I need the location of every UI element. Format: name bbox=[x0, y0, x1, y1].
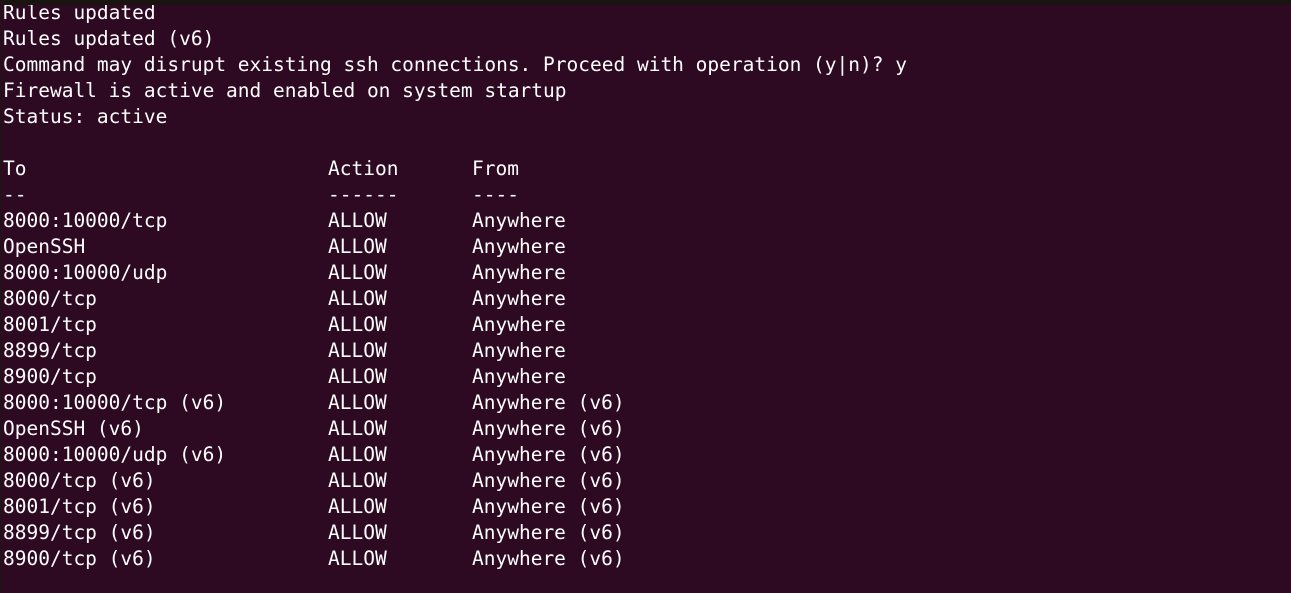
table-row: 8001/tcp ALLOW Anywhere bbox=[0, 312, 1291, 338]
rule-target: 8001/tcp bbox=[3, 313, 97, 336]
rule-action: ALLOW bbox=[328, 469, 387, 492]
rule-source: Anywhere bbox=[472, 339, 566, 362]
rule-target: 8000:10000/tcp bbox=[3, 209, 168, 232]
table-row: 8000:10000/udp ALLOW Anywhere bbox=[0, 260, 1291, 286]
rule-source: Anywhere (v6) bbox=[472, 443, 625, 466]
rule-source: Anywhere bbox=[472, 313, 566, 336]
window-top-edge bbox=[0, 0, 1291, 5]
rule-target: 8000/tcp (v6) bbox=[3, 469, 156, 492]
output-line-ssh-warning-prompt: Command may disrupt existing ssh connect… bbox=[3, 53, 907, 76]
rules-table-header: To Action From bbox=[0, 156, 1291, 182]
table-row: 8000:10000/udp (v6) ALLOW Anywhere (v6) bbox=[0, 442, 1291, 468]
rule-source: Anywhere (v6) bbox=[472, 391, 625, 414]
rule-action: ALLOW bbox=[328, 235, 387, 258]
rule-action: ALLOW bbox=[328, 261, 387, 284]
table-row: 8899/tcp (v6) ALLOW Anywhere (v6) bbox=[0, 520, 1291, 546]
rule-target: OpenSSH bbox=[3, 235, 86, 258]
window-left-edge bbox=[0, 0, 2, 593]
output-line-status: Status: active bbox=[3, 105, 168, 128]
rule-action: ALLOW bbox=[328, 547, 387, 570]
rules-table-separator: -- ------ ---- bbox=[0, 182, 1291, 208]
rule-source: Anywhere (v6) bbox=[472, 469, 625, 492]
rule-action: ALLOW bbox=[328, 209, 387, 232]
rule-source: Anywhere bbox=[472, 235, 566, 258]
rule-source: Anywhere bbox=[472, 261, 566, 284]
output-blank-line bbox=[0, 130, 1291, 156]
rule-action: ALLOW bbox=[328, 365, 387, 388]
rule-source: Anywhere bbox=[472, 209, 566, 232]
rule-action: ALLOW bbox=[328, 495, 387, 518]
output-line-rules-updated-v6: Rules updated (v6) bbox=[3, 27, 215, 50]
table-row: 8000/tcp (v6) ALLOW Anywhere (v6) bbox=[0, 468, 1291, 494]
terminal-output-area[interactable]: Rules updated Rules updated (v6) Command… bbox=[0, 0, 1291, 593]
rule-action: ALLOW bbox=[328, 391, 387, 414]
rule-action: ALLOW bbox=[328, 443, 387, 466]
table-row: OpenSSH (v6) ALLOW Anywhere (v6) bbox=[0, 416, 1291, 442]
column-separator-from: ---- bbox=[472, 183, 519, 206]
rule-target: 8000:10000/tcp (v6) bbox=[3, 391, 227, 414]
table-row: 8000:10000/tcp ALLOW Anywhere bbox=[0, 208, 1291, 234]
output-line-firewall-active: Firewall is active and enabled on system… bbox=[3, 79, 567, 102]
table-row: 8001/tcp (v6) ALLOW Anywhere (v6) bbox=[0, 494, 1291, 520]
table-row: 8900/tcp ALLOW Anywhere bbox=[0, 364, 1291, 390]
rule-action: ALLOW bbox=[328, 287, 387, 310]
terminal-window[interactable]: Rules updated Rules updated (v6) Command… bbox=[0, 0, 1291, 593]
table-row: 8000/tcp ALLOW Anywhere bbox=[0, 286, 1291, 312]
column-separator-action: ------ bbox=[328, 183, 399, 206]
rule-source: Anywhere (v6) bbox=[472, 495, 625, 518]
rule-action: ALLOW bbox=[328, 313, 387, 336]
rule-target: 8000:10000/udp bbox=[3, 261, 168, 284]
rule-target: 8899/tcp bbox=[3, 339, 97, 362]
rule-target: OpenSSH (v6) bbox=[3, 417, 144, 440]
column-header-action: Action bbox=[328, 157, 399, 180]
rule-source: Anywhere (v6) bbox=[472, 521, 625, 544]
rule-action: ALLOW bbox=[328, 417, 387, 440]
rule-target: 8899/tcp (v6) bbox=[3, 521, 156, 544]
rules-table-body: 8000:10000/tcp ALLOW Anywhere OpenSSH ALLOW A… bbox=[0, 208, 1291, 572]
rule-target: 8000/tcp bbox=[3, 287, 97, 310]
rule-target: 8000:10000/udp (v6) bbox=[3, 443, 227, 466]
rule-target: 8900/tcp bbox=[3, 365, 97, 388]
column-separator-to: -- bbox=[3, 183, 27, 206]
rule-source: Anywhere (v6) bbox=[472, 547, 625, 570]
table-row: OpenSSH ALLOW Anywhere bbox=[0, 234, 1291, 260]
rule-action: ALLOW bbox=[328, 339, 387, 362]
column-header-to: To bbox=[3, 157, 27, 180]
rule-target: 8900/tcp (v6) bbox=[3, 547, 156, 570]
rule-action: ALLOW bbox=[328, 521, 387, 544]
table-row: 8000:10000/tcp (v6) ALLOW Anywhere (v6) bbox=[0, 390, 1291, 416]
column-header-from: From bbox=[472, 157, 519, 180]
rule-source: Anywhere bbox=[472, 365, 566, 388]
rule-source: Anywhere (v6) bbox=[472, 417, 625, 440]
table-row: 8899/tcp ALLOW Anywhere bbox=[0, 338, 1291, 364]
table-row: 8900/tcp (v6) ALLOW Anywhere (v6) bbox=[0, 546, 1291, 572]
rule-target: 8001/tcp (v6) bbox=[3, 495, 156, 518]
rule-source: Anywhere bbox=[472, 287, 566, 310]
